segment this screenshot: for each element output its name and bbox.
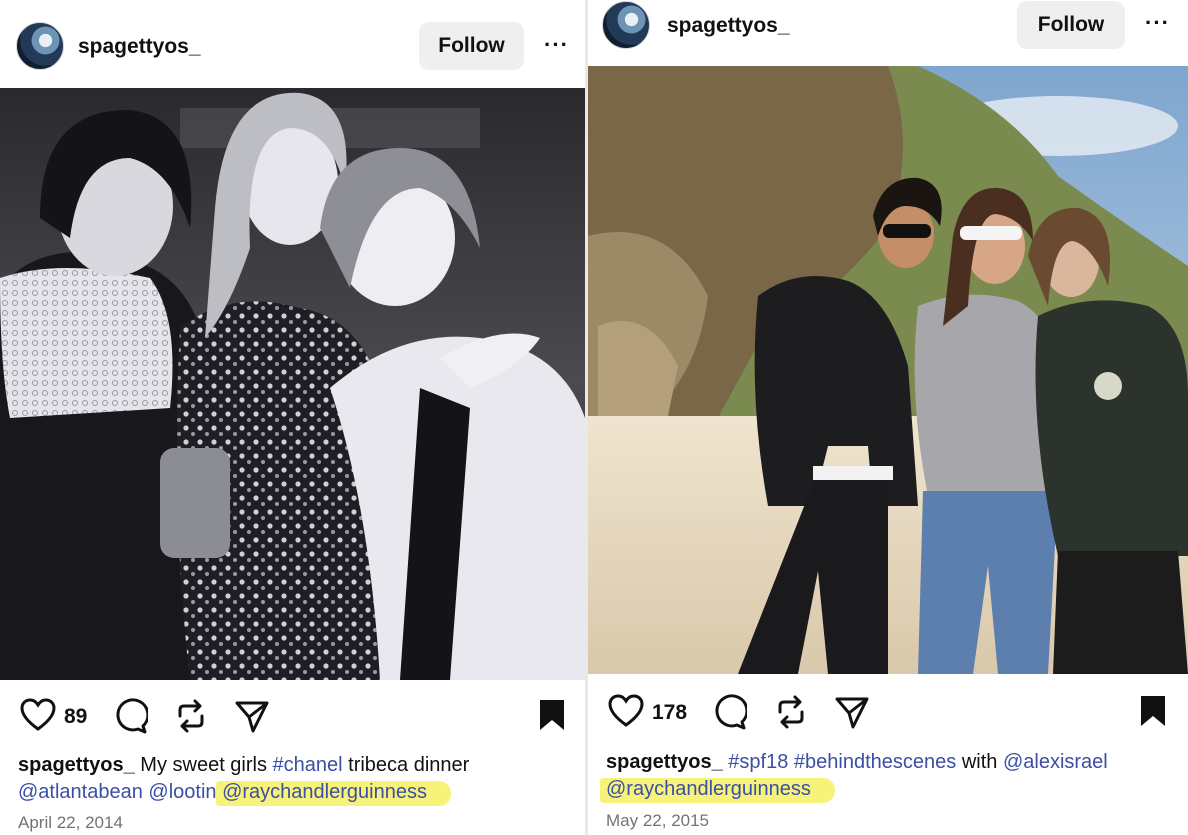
- share-icon[interactable]: [834, 694, 870, 735]
- more-options-icon[interactable]: ···: [1145, 10, 1170, 36]
- post-photo[interactable]: [588, 66, 1188, 674]
- heart-icon[interactable]: [20, 698, 56, 737]
- hashtag-link[interactable]: #spf18: [728, 751, 788, 773]
- like-count[interactable]: 178: [652, 701, 687, 725]
- caption-text: tribeca dinner: [342, 754, 470, 776]
- highlighted-mention-link[interactable]: @raychandlerguinness: [216, 781, 451, 806]
- mention-link[interactable]: @alexisrael: [1003, 751, 1108, 773]
- post-date: April 22, 2014: [18, 813, 123, 832]
- post-username[interactable]: spagettyos_: [667, 14, 790, 38]
- bookmark-icon[interactable]: [538, 698, 566, 737]
- post-actions: 89: [0, 692, 585, 742]
- post-caption: spagettyos_ My sweet girls #chanel tribe…: [18, 752, 469, 806]
- post-header: spagettyos_ Follow ···: [588, 0, 1188, 66]
- post-left: spagettyos_ Follow ··· 89 spagettyos_ My…: [0, 0, 585, 835]
- caption-username[interactable]: spagettyos_: [18, 754, 135, 776]
- avatar[interactable]: [602, 1, 650, 49]
- mention-link[interactable]: @atlantabean: [18, 781, 143, 803]
- repost-icon[interactable]: [174, 698, 208, 739]
- comment-icon[interactable]: [711, 694, 749, 735]
- follow-button[interactable]: Follow: [419, 22, 524, 70]
- repost-icon[interactable]: [774, 694, 808, 735]
- follow-button[interactable]: Follow: [1017, 1, 1125, 49]
- heart-icon[interactable]: [608, 694, 644, 733]
- post-actions: 178: [588, 688, 1188, 738]
- caption-text: My sweet girls: [140, 754, 273, 776]
- mention-link[interactable]: @lootin: [148, 781, 216, 803]
- post-username[interactable]: spagettyos_: [78, 35, 201, 59]
- bookmark-icon[interactable]: [1139, 694, 1167, 733]
- post-caption: spagettyos_ #spf18 #behindthescenes with…: [600, 749, 1108, 803]
- post-photo[interactable]: [0, 88, 585, 680]
- share-icon[interactable]: [234, 698, 270, 739]
- post-date: May 22, 2015: [606, 811, 710, 830]
- like-count[interactable]: 89: [64, 705, 87, 729]
- post-right: spagettyos_ Follow ··· 178 spagettyos_ #…: [588, 0, 1188, 835]
- avatar[interactable]: [16, 22, 64, 70]
- caption-username[interactable]: spagettyos_: [606, 751, 723, 773]
- highlighted-mention-link[interactable]: @raychandlerguinness: [600, 778, 835, 803]
- hashtag-link[interactable]: #chanel: [273, 754, 343, 776]
- comment-icon[interactable]: [112, 698, 150, 739]
- caption-text: with: [956, 751, 1003, 773]
- hashtag-link[interactable]: #behindthescenes: [794, 751, 956, 773]
- post-header: spagettyos_ Follow ···: [0, 0, 585, 88]
- more-options-icon[interactable]: ···: [544, 32, 569, 58]
